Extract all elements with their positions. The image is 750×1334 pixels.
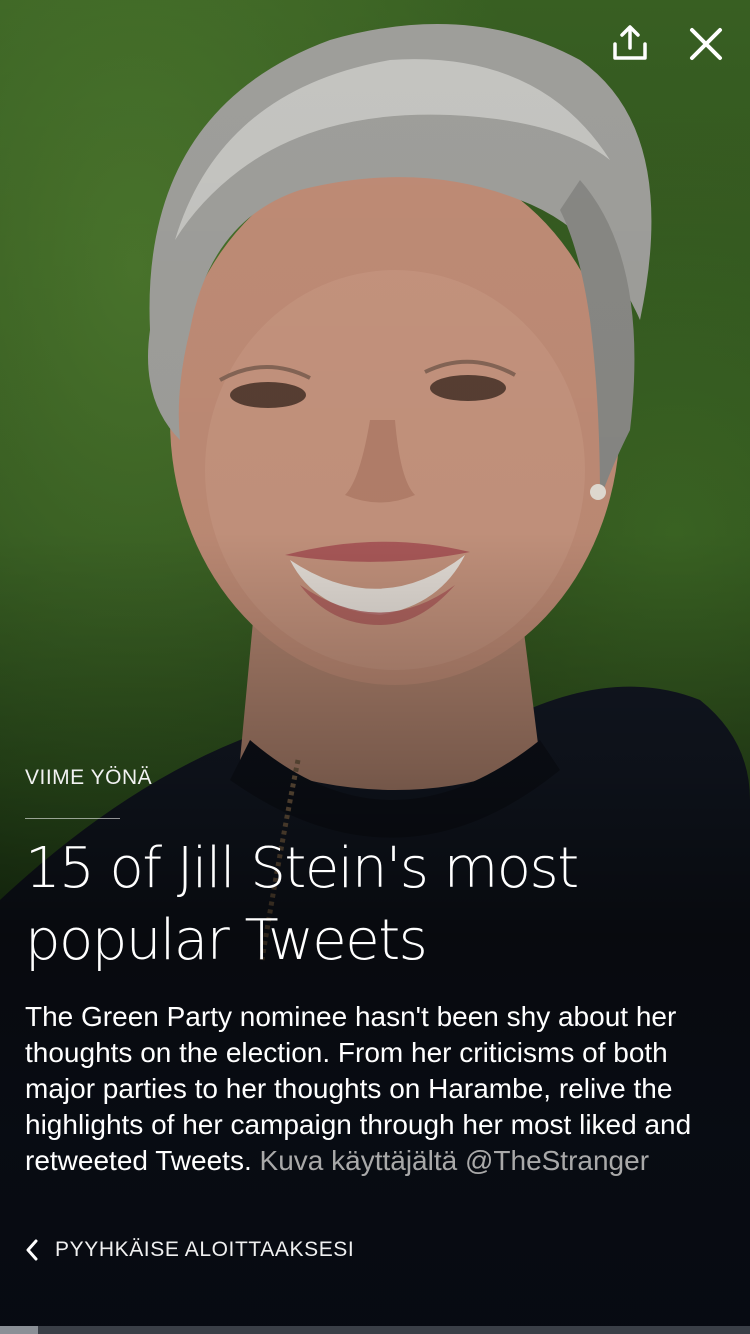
story-text-block: VIIME YÖNÄ 15 of Jill Stein's most popul… [25, 760, 728, 1179]
swipe-to-start[interactable]: PYYHKÄISE ALOITTAAKSESI [25, 1238, 354, 1262]
close-button[interactable] [684, 22, 728, 66]
moment-cover-screen: VIIME YÖNÄ 15 of Jill Stein's most popul… [0, 0, 750, 1334]
progress-bar-fill [0, 1326, 38, 1334]
share-icon [613, 25, 647, 60]
chevron-left-icon [26, 1239, 38, 1261]
swipe-label: PYYHKÄISE ALOITTAAKSESI [55, 1238, 355, 1261]
kicker-divider [25, 818, 120, 819]
photo-credit[interactable]: Kuva käyttäjältä @TheStranger [260, 1145, 650, 1176]
story-summary: The Green Party nominee hasn't been shy … [25, 999, 728, 1179]
story-headline: 15 of Jill Stein's most popular Tweets [25, 836, 579, 973]
story-kicker: VIIME YÖNÄ [25, 766, 153, 789]
close-icon [690, 28, 722, 60]
share-button[interactable] [608, 22, 652, 66]
progress-bar [0, 1326, 750, 1334]
